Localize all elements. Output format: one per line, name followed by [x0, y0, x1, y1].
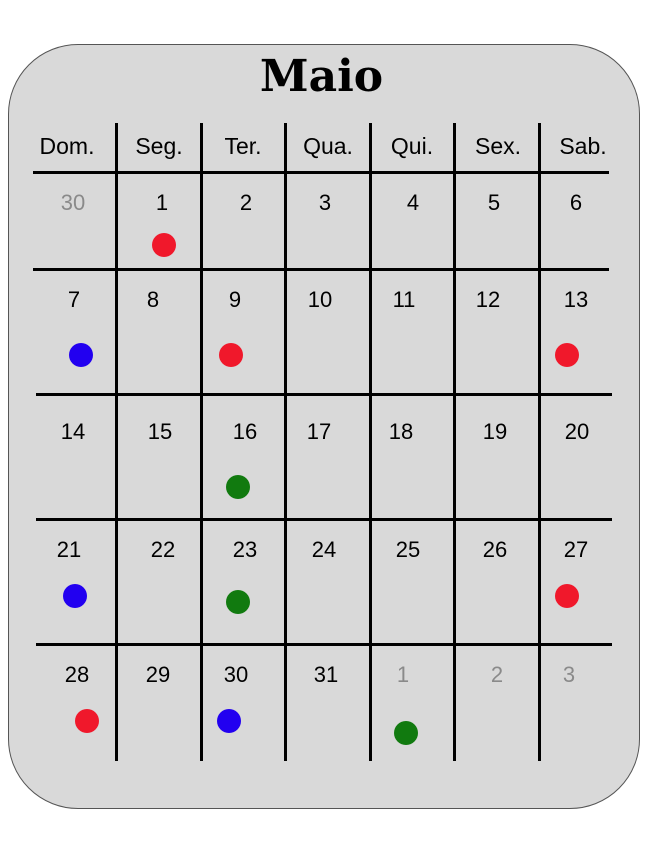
day-number[interactable]: 9	[215, 287, 255, 313]
event-dot-red	[555, 343, 579, 367]
row-divider	[33, 268, 609, 271]
weekday-header: Sab.	[559, 133, 607, 159]
day-number[interactable]: 15	[140, 419, 180, 445]
day-number[interactable]: 1	[142, 190, 182, 216]
event-dot-red	[555, 584, 579, 608]
day-number[interactable]: 6	[556, 190, 596, 216]
day-number[interactable]: 20	[557, 419, 597, 445]
day-number[interactable]: 3	[549, 662, 589, 688]
month-title: Maio	[259, 51, 384, 102]
day-number[interactable]: 1	[383, 662, 423, 688]
day-number[interactable]: 2	[477, 662, 517, 688]
day-number[interactable]: 13	[556, 287, 596, 313]
column-divider	[284, 123, 287, 761]
day-number[interactable]: 22	[143, 537, 183, 563]
day-number[interactable]: 8	[133, 287, 173, 313]
event-dot-red	[152, 233, 176, 257]
day-number[interactable]: 12	[468, 287, 508, 313]
event-dot-red	[75, 709, 99, 733]
weekday-header: Seg.	[135, 133, 183, 159]
day-number[interactable]: 27	[556, 537, 596, 563]
column-divider	[115, 123, 118, 761]
row-divider	[36, 643, 612, 646]
day-number[interactable]: 10	[300, 287, 340, 313]
day-number[interactable]: 16	[225, 419, 265, 445]
row-divider	[36, 393, 612, 396]
weekday-header: Sex.	[474, 133, 522, 159]
day-number[interactable]: 26	[475, 537, 515, 563]
event-dot-blue	[63, 584, 87, 608]
row-divider	[33, 171, 609, 174]
weekday-header: Ter.	[224, 133, 262, 159]
day-number[interactable]: 5	[474, 190, 514, 216]
column-divider	[200, 123, 203, 761]
day-number[interactable]: 3	[305, 190, 345, 216]
day-number[interactable]: 28	[57, 662, 97, 688]
day-number[interactable]: 23	[225, 537, 265, 563]
column-divider	[369, 123, 372, 761]
event-dot-green	[226, 475, 250, 499]
day-number[interactable]: 24	[304, 537, 344, 563]
day-number[interactable]: 7	[54, 287, 94, 313]
event-dot-blue	[217, 709, 241, 733]
day-number[interactable]: 14	[53, 419, 93, 445]
column-divider	[453, 123, 456, 761]
day-number[interactable]: 31	[306, 662, 346, 688]
event-dot-blue	[69, 343, 93, 367]
weekday-header: Dom.	[39, 133, 95, 159]
day-number[interactable]: 19	[475, 419, 515, 445]
day-number[interactable]: 30	[53, 190, 93, 216]
day-number[interactable]: 17	[299, 419, 339, 445]
day-number[interactable]: 11	[384, 287, 424, 313]
event-dot-green	[394, 721, 418, 745]
event-dot-green	[226, 590, 250, 614]
day-number[interactable]: 21	[49, 537, 89, 563]
day-number[interactable]: 29	[138, 662, 178, 688]
weekday-header: Qua.	[303, 133, 353, 159]
day-number[interactable]: 30	[216, 662, 256, 688]
column-divider	[538, 123, 541, 761]
day-number[interactable]: 4	[393, 190, 433, 216]
day-number[interactable]: 2	[226, 190, 266, 216]
event-dot-red	[219, 343, 243, 367]
day-number[interactable]: 25	[388, 537, 428, 563]
row-divider	[36, 518, 612, 521]
weekday-header: Qui.	[390, 133, 434, 159]
day-number[interactable]: 18	[381, 419, 421, 445]
